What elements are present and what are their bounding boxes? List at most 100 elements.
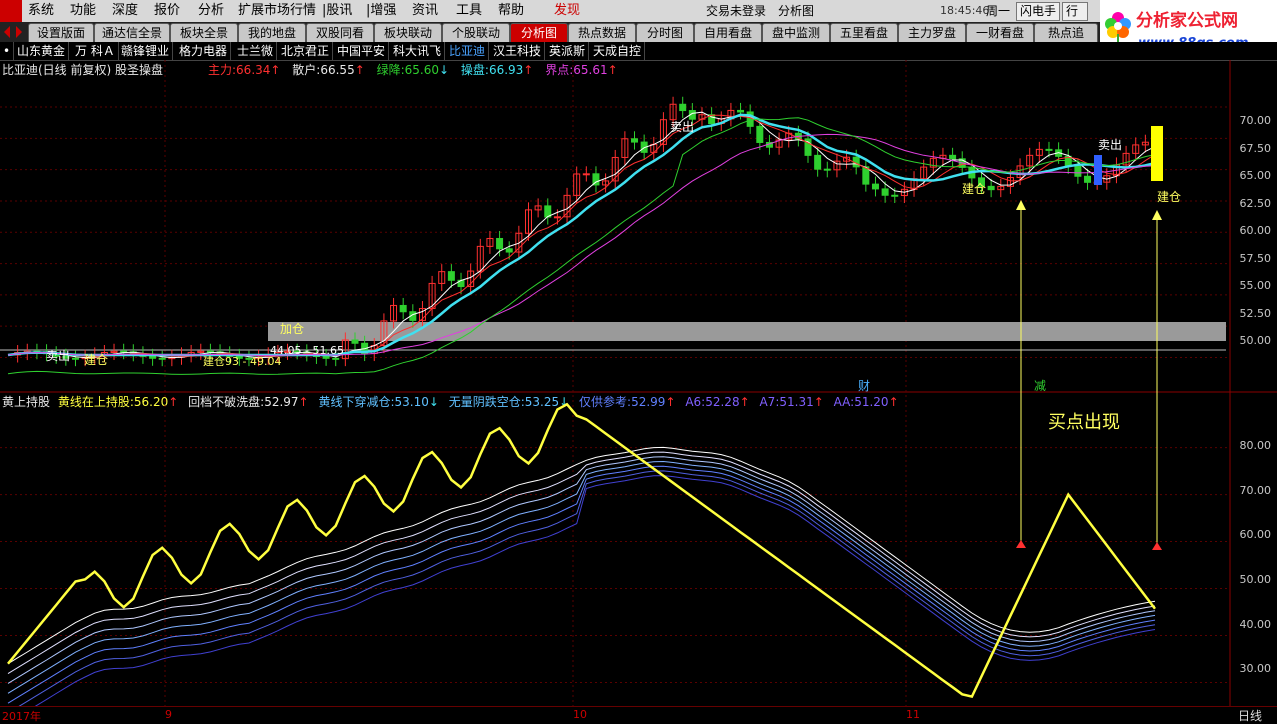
tab-wuli-watch[interactable]: 五里看盘 xyxy=(830,23,898,42)
signal-arrow-icon xyxy=(1016,200,1026,210)
candle-body xyxy=(958,158,966,168)
menu-analysis[interactable]: 分析 xyxy=(194,0,228,22)
menu-enhance[interactable]: |增强 xyxy=(362,0,400,22)
candle-body xyxy=(399,304,407,313)
candle-body xyxy=(120,350,128,353)
clock: 18:45:46 xyxy=(940,4,990,17)
tab-hot-track[interactable]: 热点追 xyxy=(1034,23,1098,42)
menu-discover[interactable]: 发现 xyxy=(550,0,584,22)
candle-body xyxy=(785,132,793,141)
candle-body xyxy=(968,166,976,179)
tab-layout[interactable]: 设置版面 xyxy=(28,23,94,42)
candle-body xyxy=(1064,155,1072,167)
candle-body xyxy=(746,111,754,127)
stock-item[interactable]: 万 科Ａ xyxy=(72,42,119,60)
stock-item[interactable]: 赣锋锂业 xyxy=(118,42,174,60)
stock-quick-bar: • 山东黄金 万 科Ａ 赣锋锂业 格力电器 士兰微 北京君正 中国平安 科大讯飞… xyxy=(0,42,1277,61)
candle-body xyxy=(486,237,494,247)
quote-button[interactable]: 行 xyxy=(1062,2,1088,21)
sub-lines xyxy=(7,402,1156,722)
tab-main-compass[interactable]: 主力罗盘 xyxy=(898,23,966,42)
candle-body xyxy=(187,351,195,356)
sub-ind-label: A7: xyxy=(759,395,780,409)
tab-dual-stock[interactable]: 双股同看 xyxy=(306,23,374,42)
tab-stock-link[interactable]: 个股联动 xyxy=(442,23,510,42)
stock-item[interactable]: 山东黄金 xyxy=(14,42,70,60)
candle-body xyxy=(949,154,957,160)
tab-personal-watch[interactable]: 自用看盘 xyxy=(694,23,762,42)
sub-ind-label: 回档不破洗盘: xyxy=(188,395,265,409)
tab-intraday[interactable]: 分时图 xyxy=(636,23,694,42)
finance-marker: 财 xyxy=(858,379,871,393)
candle-body xyxy=(418,308,426,321)
tab-my-territory[interactable]: 我的地盘 xyxy=(238,23,306,42)
candle-body xyxy=(852,156,860,168)
stock-item[interactable]: 格力电器 xyxy=(176,42,232,60)
tab-hot-data[interactable]: 热点数据 xyxy=(568,23,636,42)
stock-item[interactable]: 英派斯 xyxy=(546,42,590,60)
candle-body xyxy=(476,245,484,272)
menu-depth[interactable]: 深度 xyxy=(108,0,142,22)
main-axis-tick: 50.00 xyxy=(1239,334,1272,347)
menu-extended-market[interactable]: 扩展市场行情 xyxy=(234,0,320,22)
stock-item-active[interactable]: 比亚迪 xyxy=(446,42,490,60)
candle-body xyxy=(997,185,1005,191)
stock-item[interactable]: 中国平安 xyxy=(334,42,390,60)
period-label[interactable]: 日线 xyxy=(1238,707,1262,724)
sub-ma-line xyxy=(7,460,1156,694)
candle-body xyxy=(891,194,899,197)
stock-item[interactable]: 士兰微 xyxy=(234,42,278,60)
arrow-up-icon: ↑ xyxy=(813,395,824,409)
signal-arrow-icon xyxy=(1152,210,1162,220)
menu-function[interactable]: 功能 xyxy=(66,0,100,22)
candle-body xyxy=(1103,175,1111,183)
sub-ind-label: 仅供参考: xyxy=(579,395,632,409)
main-price-axis: 70.00 67.50 65.00 62.50 60.00 57.50 55.0… xyxy=(1230,60,1277,392)
menu-help[interactable]: 帮助 xyxy=(494,0,528,22)
menu-news[interactable]: |股讯 xyxy=(318,0,356,22)
arrow-up-icon: ↑ xyxy=(168,395,179,409)
ind-sanhu-value: 66.55 xyxy=(320,63,355,77)
stock-bullet: • xyxy=(0,42,15,60)
candle-body xyxy=(929,157,937,168)
tab-scroll-arrows-icon[interactable] xyxy=(0,22,28,42)
jiancang-label-right: 建仓 xyxy=(1157,190,1182,204)
candle-body xyxy=(168,356,176,360)
menu-info[interactable]: 资讯 xyxy=(408,0,442,22)
candle-body xyxy=(823,168,831,171)
candle-body xyxy=(1035,148,1043,156)
stock-item[interactable]: 科大讯飞 xyxy=(390,42,446,60)
candle-body xyxy=(1074,165,1082,177)
tab-tdx-panorama[interactable]: 通达信全景 xyxy=(94,23,170,42)
main-axis-tick: 70.00 xyxy=(1239,114,1272,127)
ind-zhuli-value: 66.34 xyxy=(236,63,271,77)
candle-body xyxy=(457,279,465,288)
candle-body xyxy=(833,160,841,171)
sub-indicator-values: 黄上持股 黄线在上持股:56.20↑ 回档不破洗盘:52.97↑ 黄线下穿减仓:… xyxy=(2,394,899,410)
tab-sector-panorama[interactable]: 板块全景 xyxy=(170,23,238,42)
stock-item[interactable]: 汉王科技 xyxy=(490,42,546,60)
main-chart-header: 比亚迪(日线 前复权) 股圣操盘 xyxy=(2,62,163,78)
menu-tools[interactable]: 工具 xyxy=(452,0,486,22)
tab-monitor[interactable]: 盘中监测 xyxy=(762,23,830,42)
arrow-up-icon: ↑ xyxy=(888,395,899,409)
maichu-label-right: 卖出 xyxy=(1098,138,1123,152)
flash-trade-button[interactable]: 闪电手 xyxy=(1016,2,1061,21)
candle-body xyxy=(447,271,455,281)
maichu-label-left: 卖出 xyxy=(46,349,71,363)
candle-body xyxy=(544,205,552,218)
maichu-label: 卖出 xyxy=(670,120,695,134)
tab-sector-link[interactable]: 板块联动 xyxy=(374,23,442,42)
jiacang-label: 加仓 xyxy=(280,322,305,336)
candle-body xyxy=(1151,141,1159,147)
candle-body xyxy=(14,352,22,356)
candle-body xyxy=(592,173,600,186)
stock-item[interactable]: 北京君正 xyxy=(278,42,334,60)
tab-analysis-chart[interactable]: 分析图 xyxy=(510,23,568,42)
candle-body xyxy=(862,166,870,185)
menu-quote[interactable]: 报价 xyxy=(150,0,184,22)
stock-item[interactable]: 天成自控 xyxy=(590,42,646,60)
tab-yicai-watch[interactable]: 一财看盘 xyxy=(966,23,1034,42)
main-axis-tick: 52.50 xyxy=(1239,307,1272,320)
menu-system[interactable]: 系统 xyxy=(24,0,58,22)
